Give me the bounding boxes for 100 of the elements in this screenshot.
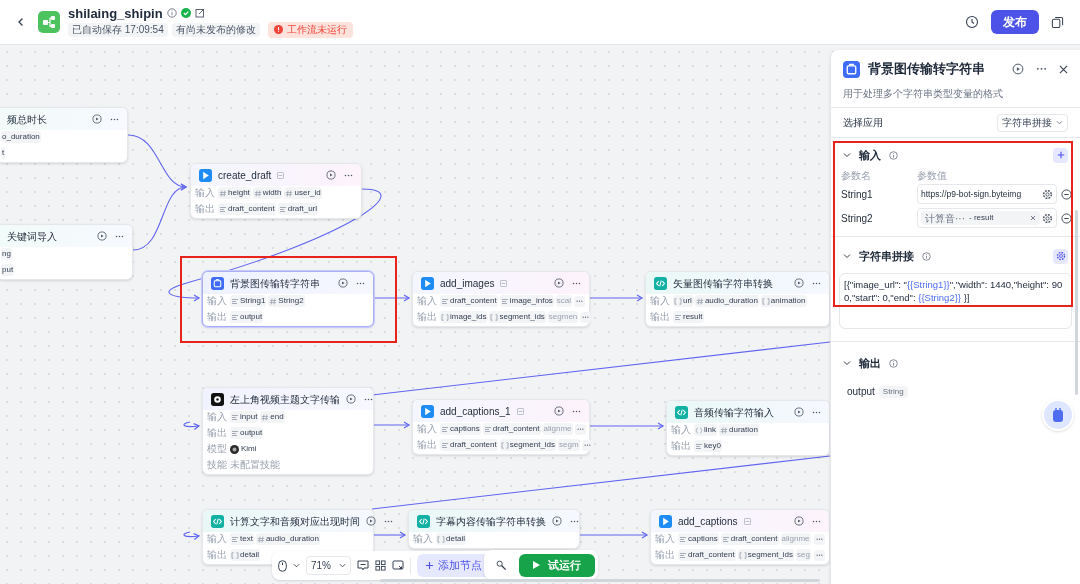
section-title: 字符串拼接	[859, 248, 914, 264]
publish-button[interactable]: 发布	[991, 10, 1039, 34]
workflow-node[interactable]: add_captions_1 输入 captions draft_content alignme 输出 draft_content segment_ids segm	[412, 399, 590, 455]
param-name: ng	[2, 250, 11, 258]
param-name: url	[683, 297, 692, 305]
workflow-node[interactable]: add_images 输入 draft_content image_infos scal 输出 image_ids segment_ids segmen	[412, 271, 590, 327]
param-name: output	[240, 429, 263, 437]
param-name: segmen	[548, 313, 578, 321]
workflow-node[interactable]: 音频传输字符输入 输入 link duration 输出 key0	[666, 400, 830, 456]
row-label: 模型	[207, 444, 228, 454]
panel-description: 用于处理多个字符串类型变量的格式	[831, 80, 1080, 108]
param-name: draft_content	[730, 535, 778, 543]
workflow-node[interactable]: 字幕内容传输字符串转换 输入 detail	[408, 509, 580, 549]
param-name: audio_duration	[704, 297, 758, 305]
row-label: 输出	[207, 550, 228, 560]
workflow-node[interactable]: 左上角视频主题文字传输 输入 input end 输出 output 模型 Kimi 技能 未配置技能	[202, 387, 374, 475]
param-name: draft_content	[688, 551, 735, 559]
node-title: add_captions	[678, 514, 738, 529]
param-name: image_ids	[450, 313, 487, 321]
row-label: 输入	[650, 296, 671, 306]
column-header: 参数名	[841, 168, 872, 183]
type-tag: String	[878, 385, 908, 398]
param-name: detail	[446, 535, 466, 543]
status-tag: 已自动保存 17:09:54	[68, 22, 168, 37]
param-name: segment_ids	[747, 551, 794, 559]
param-name: alignme	[781, 535, 810, 543]
row-label: 输出	[195, 204, 216, 214]
workflow-node[interactable]: 关键词导入 ng put	[0, 224, 133, 280]
node-title: 计算文字和音频对应出现时间	[230, 514, 360, 529]
status-tag: 有尚未发布的修改	[171, 22, 260, 37]
value-field[interactable]: 计算音··· - result	[917, 208, 1057, 228]
param-name: text	[240, 535, 253, 543]
param-name: result	[683, 313, 703, 321]
param-name: key0	[704, 442, 721, 450]
param-name: output	[847, 385, 875, 399]
row-label: 输入	[655, 534, 676, 544]
node-title: 音频传输字符输入	[694, 405, 774, 420]
workflow-node[interactable]: 频总时长 o_duration t	[0, 107, 128, 163]
param-name: detail	[240, 551, 260, 559]
workflow-node[interactable]: 矢量图传输字符串转换 输入 url audio_duration animation 输出 result	[645, 271, 830, 327]
status-text: 工作流未运行	[286, 24, 347, 35]
node-title: 矢量图传输字符串转换	[673, 276, 773, 291]
row-label: 输入	[195, 188, 216, 198]
param-name: segm	[559, 441, 579, 449]
row-label: 输入	[417, 424, 438, 434]
reference-source: 计算音···	[925, 211, 965, 226]
panel-title: 背景图传输转字符串	[868, 60, 985, 79]
param-name: draft_content	[450, 441, 497, 449]
param-name: image_infos	[509, 297, 553, 305]
template-text: [{"image_url": "{{String1}}","width": 1440,"height": 900,"start": 0,"end": {{String2}} }]	[844, 278, 1064, 304]
param-name: draft_content	[450, 297, 497, 305]
row-label: 输入	[207, 534, 228, 544]
template-editor[interactable]: [{"image_url": "{{String1}}","width": 1440,"height": 900,"start": 0,"end": {{String2}} }]	[839, 273, 1072, 329]
param-name: output	[240, 313, 263, 321]
param-name: animation	[770, 297, 806, 305]
workflow-node[interactable]: 背景图传输转字符串 输入 String1 String2 输出 output	[202, 271, 374, 327]
row-label: 输入	[671, 425, 692, 435]
param-name: end	[270, 413, 284, 421]
param-name: link	[704, 426, 716, 434]
row-label: 输入	[207, 412, 228, 422]
workflow-title: shilaing_shipin	[68, 6, 163, 20]
value-field[interactable]: https://p9-bot-sign.byteimg	[917, 184, 1057, 204]
node-title: create_draft	[218, 168, 272, 183]
skill-note: 未配置技能	[230, 460, 280, 470]
param-name: draft_url	[287, 205, 318, 213]
row-label: 输入	[413, 534, 434, 544]
row-label: 输出	[207, 428, 228, 438]
node-title: 字幕内容传输字符串转换	[436, 514, 546, 529]
workflow-node[interactable]: add_captions 输入 captions draft_content alignme 输出 draft_content segment_ids seg	[650, 509, 830, 565]
param-name: String2	[278, 297, 304, 305]
app-select[interactable]: 字符串拼接	[997, 113, 1068, 132]
param-name: draft_content	[492, 425, 540, 433]
param-name: String1	[841, 187, 874, 202]
row-label: 输出	[655, 550, 676, 560]
param-name: put	[2, 266, 14, 274]
param-name: width	[262, 189, 282, 197]
row-label: 输入	[207, 296, 228, 306]
zoom-select[interactable]: 71%	[306, 556, 351, 575]
node-title: 左上角视频主题文字传输	[230, 392, 340, 407]
param-name: segment_ids	[509, 441, 556, 449]
param-name: height	[228, 189, 250, 197]
param-name: seg	[797, 551, 810, 559]
section-title: 输入	[859, 147, 881, 163]
column-header: 参数值	[917, 168, 947, 183]
row-label: 输出	[650, 312, 671, 322]
param-name: t	[2, 149, 5, 157]
param-name: user_id	[294, 189, 321, 197]
param-name: captions	[688, 535, 718, 543]
section-title: 输出	[859, 355, 881, 371]
param-name: String2	[841, 211, 874, 226]
row-label: 输入	[417, 296, 438, 306]
row-label: 技能	[207, 460, 228, 470]
field-label: 选择应用	[843, 116, 883, 130]
param-name: draft_content	[228, 205, 275, 213]
reference-tag[interactable]: 计算音··· - result	[921, 211, 1040, 225]
row-label: 输出	[207, 312, 228, 322]
reference-field: - result	[969, 212, 994, 224]
param-name: o_duration	[2, 133, 40, 141]
workflow-node[interactable]: create_draft 输入 height width user_id 输出 draft_content draft_url	[190, 163, 362, 219]
param-name: String1	[240, 297, 266, 305]
